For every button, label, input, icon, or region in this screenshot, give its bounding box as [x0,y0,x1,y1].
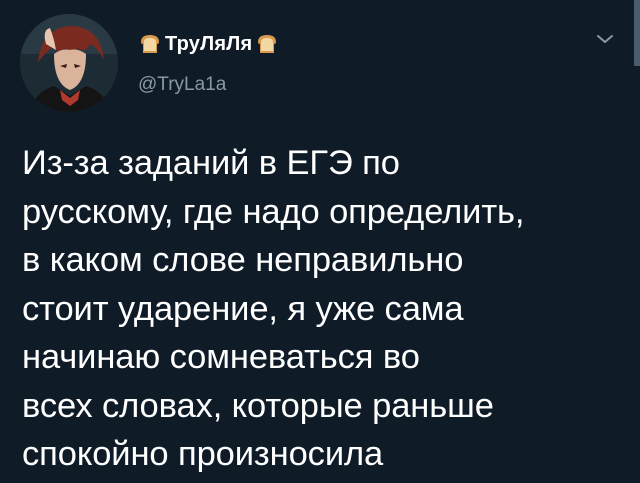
user-avatar[interactable] [20,14,118,112]
anime-avatar-icon [20,14,118,112]
bread-icon [138,33,162,55]
tweet-text: Из-за заданий в ЕГЭ по русскому, где над… [22,144,525,473]
chevron-down-icon[interactable] [592,28,618,50]
display-name-row[interactable]: ТруЛяЛя [138,30,279,58]
tweet-card: ТруЛяЛя @TryLa1a Из-за заданий в ЕГЭ по … [0,0,640,483]
display-name: ТруЛяЛя [165,32,253,55]
scrollbar[interactable] [634,0,640,66]
bread-icon [255,33,279,55]
user-handle[interactable]: @TryLa1a [138,74,226,96]
